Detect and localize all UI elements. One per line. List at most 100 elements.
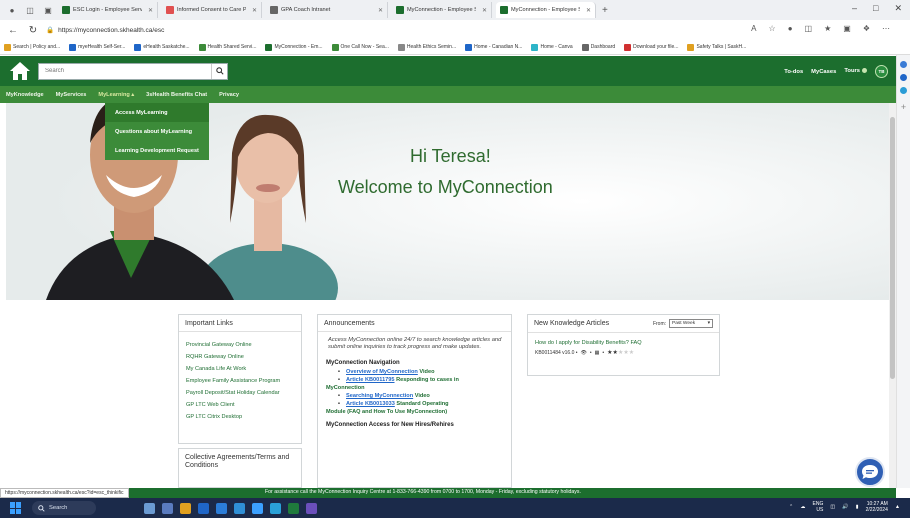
dropdown-menu-item[interactable]: Access MyLearning [105,103,209,122]
nav-item[interactable]: Privacy [219,92,239,98]
home-icon[interactable] [8,60,32,82]
todos-link[interactable]: To-dos [784,69,803,75]
tab-favicon-icon [166,6,174,14]
workspaces-icon[interactable]: ◫ [24,4,36,16]
browser-tab[interactable]: MyConnection - Employee Service ✕ [392,2,492,18]
bookmark-item[interactable]: Home - Canva [531,43,573,51]
browser-tab[interactable]: MyConnection - Employee Servi ✕ [496,2,596,18]
list-item-continued: Module (FAQ and How To Use MyConnection) [326,409,448,415]
overview-video-link[interactable]: Overview of MyConnection [346,369,418,375]
bookmark-item[interactable]: eHealth Saskatche... [134,43,190,51]
word-taskbar-icon[interactable] [234,502,245,514]
bookmark-item[interactable]: One Call Now - Sea... [331,43,389,51]
task-view-icon[interactable] [162,502,173,514]
collections-icon[interactable]: ▣ [843,24,851,33]
chat-button[interactable] [855,457,885,487]
taskbar-search[interactable]: Search [32,501,96,515]
scrollbar-thumb[interactable] [890,117,895,379]
app-taskbar-icon[interactable] [252,502,263,514]
article-link[interactable]: How do I apply for Disability Benefits? … [528,333,719,346]
browser-icon[interactable]: ● [788,24,793,33]
dropdown-menu-item[interactable]: Learning Development Request [105,141,209,160]
url-field[interactable]: 🔒 https://myconnection.skhealth.ca/esc [46,26,164,35]
search-input[interactable] [39,63,199,79]
outlook-taskbar-icon[interactable] [198,502,209,514]
onenote-taskbar-icon[interactable] [306,502,317,514]
close-tab-icon[interactable]: ✕ [378,7,383,14]
close-tab-icon[interactable]: ✕ [148,7,153,14]
split-screen-icon[interactable]: ◫ [805,24,813,33]
important-link[interactable]: GP LTC Citrix Desktop [179,414,301,420]
avatar[interactable]: TB [875,65,888,78]
views-icon: 👁 [580,349,587,356]
more-icon[interactable]: ⋯ [882,24,890,33]
volume-icon[interactable]: 🔊 [842,504,848,510]
clock[interactable]: 10:27 AM 2/22/2024 [866,501,888,513]
collective-agreements-title[interactable]: Collective Agreements/Terms and Conditio… [179,449,301,474]
read-aloud-icon[interactable]: A [751,24,756,33]
bookmark-item[interactable]: Health Shared Servi... [198,43,256,51]
favorite-star-icon[interactable]: ☆ [769,24,776,33]
nav-item[interactable]: 3sHealth Benefits Chat [146,92,207,98]
search-button[interactable] [211,63,227,79]
tab-actions-icon[interactable]: ▣ [42,4,54,16]
windows-start-icon[interactable] [10,502,22,514]
dropdown-menu-item[interactable]: Questions about MyLearning [105,122,209,141]
sidebar-app-icon[interactable] [900,87,907,94]
new-tab-button[interactable]: + [602,5,608,16]
tours-link[interactable]: Tours [844,68,867,75]
edge-taskbar-icon[interactable] [216,502,227,514]
important-link[interactable]: Payroll Deposit/Stat Holiday Calendar [179,390,301,396]
widgets-icon[interactable] [144,502,155,514]
minimize-button[interactable]: – [852,3,857,14]
important-link[interactable]: Provincial Gateway Online [179,342,301,348]
teams-taskbar-icon[interactable] [270,502,281,514]
browser-tab[interactable]: GPA Coach Intranet ✕ [266,2,388,18]
important-link[interactable]: GP LTC Web Client [179,402,301,408]
nav-item[interactable]: MyLearning ▴ [98,92,134,98]
close-window-button[interactable]: ✕ [894,3,902,14]
bookmark-item[interactable]: Health Ethics Semin... [397,43,456,51]
copilot-icon[interactable] [900,61,907,68]
bookmark-item[interactable]: Search | Policy and... [4,43,60,51]
important-link[interactable]: RQHR Gateway Online [179,354,301,360]
page-scrollbar[interactable] [889,103,896,488]
show-hidden-icons-icon[interactable]: ⌃ [789,504,793,510]
bookmark-item[interactable]: Dashboard [581,43,615,51]
nav-item[interactable]: MyServices [56,92,87,98]
back-arrow-icon[interactable]: ← [6,25,20,36]
bookmark-item[interactable]: myeHealth Self-Ser... [69,43,125,51]
notifications-icon[interactable]: ▲ [895,504,900,510]
searching-video-link[interactable]: Searching MyConnection [346,393,413,399]
profile-icon[interactable]: ● [6,4,18,16]
maximize-button[interactable]: □ [873,3,878,14]
bookmark-item[interactable]: Safety Talks | SaskH... [687,43,746,51]
close-tab-icon[interactable]: ✕ [586,7,591,14]
from-select[interactable]: Past Week ▾ [669,319,713,328]
browser-tab[interactable]: Informed Consent to Care Policy ✕ [162,2,262,18]
close-tab-icon[interactable]: ✕ [252,7,257,14]
article-kb0013033-link[interactable]: Article KB0013033 [346,401,395,407]
extensions-icon[interactable]: ❖ [863,24,870,33]
weather-icon[interactable]: ☁ [800,504,805,510]
important-link[interactable]: My Canada Life At Work [179,366,301,372]
battery-icon[interactable]: ▮ [856,504,859,510]
refresh-icon[interactable]: ↻ [26,25,40,36]
favorites-icon[interactable]: ★ [824,24,831,33]
bookmark-item[interactable]: MyConnection - Em... [265,43,323,51]
important-link[interactable]: Employee Family Assistance Program [179,378,301,384]
excel-taskbar-icon[interactable] [288,502,299,514]
nav-item[interactable]: MyKnowledge [6,92,44,98]
bookmark-item[interactable]: Download your file... [624,43,678,51]
mycases-link[interactable]: MyCases [811,69,836,75]
outlook-icon[interactable] [900,74,907,81]
close-tab-icon[interactable]: ✕ [482,7,487,14]
file-explorer-icon[interactable] [180,502,191,514]
browser-tab[interactable]: ESC Login - Employee Service Cer ✕ [58,2,158,18]
hero-welcome: Welcome to MyConnection [338,177,553,197]
add-sidebar-icon[interactable]: + [897,102,910,112]
network-icon[interactable]: ◫ [830,504,835,510]
language-indicator[interactable]: ENG US [813,501,824,513]
bookmark-item[interactable]: Home - Canadian N... [465,43,522,51]
article-kb0011795-link[interactable]: Article KB0011795 [346,377,395,383]
